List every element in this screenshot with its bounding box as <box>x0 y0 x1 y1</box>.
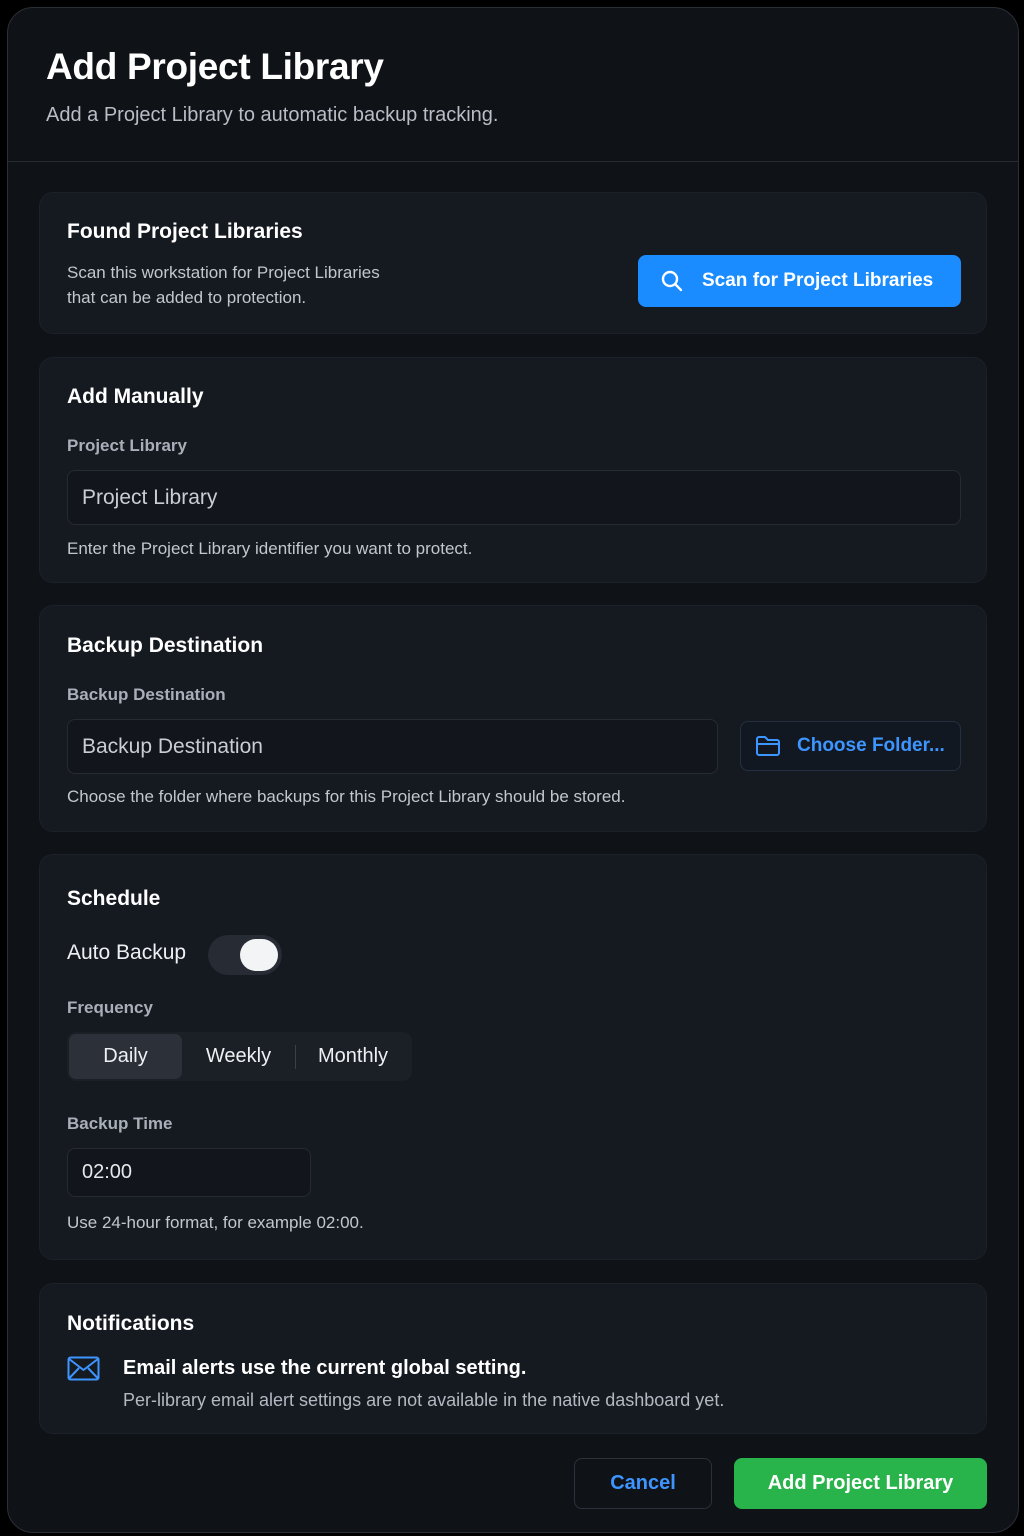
found-libraries-description-1: Scan this workstation for Project Librar… <box>67 263 380 282</box>
found-libraries-description-2: that can be added to protection. <box>67 288 307 307</box>
notifications-card: Notifications Email alerts use the curre… <box>39 1283 987 1434</box>
backup-destination-title: Backup Destination <box>67 634 264 657</box>
found-libraries-card: Found Project Libraries Scan this workst… <box>39 192 987 334</box>
backup-destination-help: Choose the folder where backups for this… <box>67 787 626 806</box>
add-manually-title: Add Manually <box>67 385 204 408</box>
frequency-option-weekly[interactable]: Weekly <box>182 1034 295 1079</box>
schedule-title: Schedule <box>67 887 161 910</box>
toggle-knob <box>240 939 278 971</box>
schedule-card: Schedule Auto Backup Frequency Daily Wee… <box>39 854 987 1260</box>
auto-backup-toggle[interactable] <box>208 935 282 975</box>
folder-icon <box>755 735 781 757</box>
backup-time-input[interactable] <box>67 1148 311 1197</box>
auto-backup-label: Auto Backup <box>67 941 187 964</box>
project-library-label: Project Library <box>67 436 187 455</box>
frequency-option-daily[interactable]: Daily <box>69 1034 182 1079</box>
notifications-title: Notifications <box>67 1312 195 1335</box>
backup-time-help: Use 24-hour format, for example 02:00. <box>67 1213 364 1232</box>
project-library-help: Enter the Project Library identifier you… <box>67 539 473 558</box>
add-project-library-button[interactable]: Add Project Library <box>734 1458 987 1509</box>
add-project-library-dialog: Add Project Library Add a Project Librar… <box>7 7 1019 1533</box>
envelope-icon <box>67 1356 100 1381</box>
frequency-segmented-control: Daily Weekly Monthly <box>67 1032 412 1081</box>
frequency-option-monthly[interactable]: Monthly <box>296 1034 410 1079</box>
notifications-detail: Per-library email alert settings are not… <box>123 1390 725 1410</box>
add-manually-card: Add Manually Project Library Enter the P… <box>39 357 987 583</box>
scan-button-label: Scan for Project Libraries <box>702 270 934 291</box>
choose-folder-button[interactable]: Choose Folder... <box>740 721 961 771</box>
dialog-title: Add Project Library <box>46 46 384 87</box>
frequency-label: Frequency <box>67 998 153 1017</box>
backup-time-label: Backup Time <box>67 1114 173 1133</box>
backup-destination-card: Backup Destination Backup Destination Ch… <box>39 605 987 832</box>
found-libraries-title: Found Project Libraries <box>67 220 303 243</box>
dialog-header: Add Project Library Add a Project Librar… <box>8 8 1018 162</box>
project-library-input[interactable] <box>67 470 961 525</box>
backup-destination-label: Backup Destination <box>67 685 226 704</box>
dialog-subtitle: Add a Project Library to automatic backu… <box>46 104 499 126</box>
notifications-headline: Email alerts use the current global sett… <box>123 1357 527 1379</box>
scan-for-libraries-button[interactable]: Scan for Project Libraries <box>638 255 961 307</box>
cancel-button[interactable]: Cancel <box>574 1458 712 1509</box>
backup-destination-input[interactable] <box>67 719 718 774</box>
choose-folder-label: Choose Folder... <box>797 735 945 756</box>
search-icon <box>660 269 684 293</box>
